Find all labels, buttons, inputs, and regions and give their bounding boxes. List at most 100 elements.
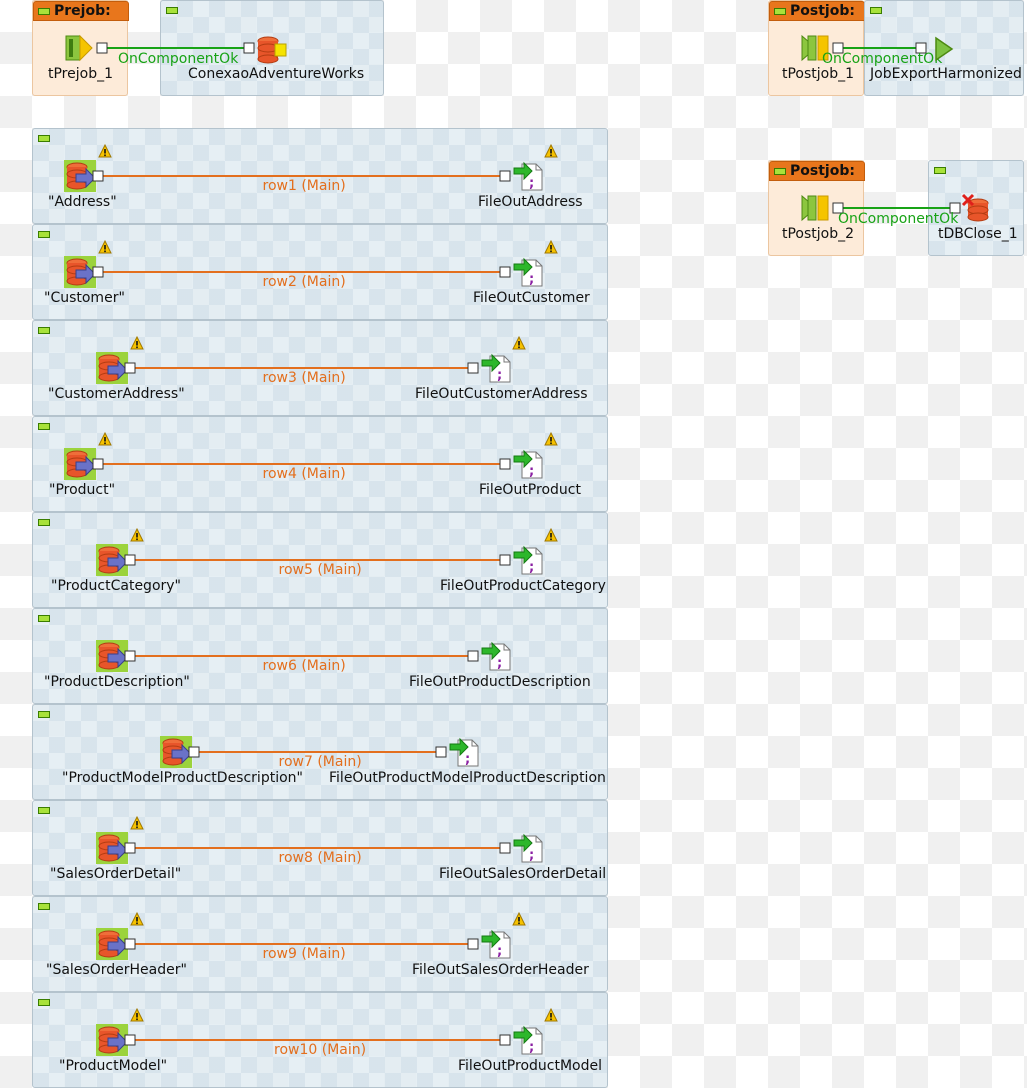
run-job-icon[interactable] bbox=[932, 36, 956, 62]
collapse-icon[interactable] bbox=[38, 8, 50, 15]
warning-icon bbox=[130, 815, 144, 834]
target-component-label[interactable]: FileOutSalesOrderDetail bbox=[439, 866, 606, 882]
collapse-icon[interactable] bbox=[38, 999, 50, 1006]
warning-icon bbox=[544, 527, 558, 546]
target-component-label[interactable]: FileOutCustomer bbox=[473, 290, 590, 306]
warning-icon bbox=[98, 431, 112, 450]
file-output-icon[interactable]: ; bbox=[512, 448, 544, 480]
warning-icon bbox=[544, 431, 558, 450]
svg-text:;: ; bbox=[497, 656, 502, 671]
warning-icon bbox=[130, 1007, 144, 1026]
source-component-label[interactable]: "Product" bbox=[49, 482, 115, 498]
source-component-label[interactable]: "Customer" bbox=[44, 290, 125, 306]
file-output-icon[interactable]: ; bbox=[480, 352, 512, 384]
svg-text:;: ; bbox=[529, 464, 534, 479]
svg-text:;: ; bbox=[529, 176, 534, 191]
postjob2-link-label[interactable]: OnComponentOk bbox=[838, 211, 958, 227]
source-component-label[interactable]: "SalesOrderDetail" bbox=[50, 866, 181, 882]
source-component-label[interactable]: "ProductModel" bbox=[59, 1058, 167, 1074]
postjob1-header[interactable]: Postjob: bbox=[769, 1, 865, 21]
collapse-icon[interactable] bbox=[38, 711, 50, 718]
row-link-label[interactable]: row6 (Main) bbox=[263, 658, 346, 674]
collapse-icon[interactable] bbox=[774, 168, 786, 175]
file-output-icon[interactable]: ; bbox=[480, 640, 512, 672]
source-component-label[interactable]: "ProductDescription" bbox=[44, 674, 190, 690]
file-output-icon[interactable]: ; bbox=[512, 544, 544, 576]
row-link-label[interactable]: row8 (Main) bbox=[279, 850, 362, 866]
database-close-icon[interactable] bbox=[960, 192, 992, 224]
source-component-label[interactable]: "CustomerAddress" bbox=[48, 386, 185, 402]
database-connection-icon[interactable] bbox=[256, 36, 288, 64]
source-component-label[interactable]: "Address" bbox=[48, 194, 117, 210]
postjob1-header-label: Postjob: bbox=[790, 3, 855, 19]
warning-icon bbox=[98, 143, 112, 162]
row-link-label[interactable]: row4 (Main) bbox=[263, 466, 346, 482]
target-component-label[interactable]: FileOutAddress bbox=[478, 194, 583, 210]
svg-text:;: ; bbox=[529, 1040, 534, 1055]
target-component-label[interactable]: FileOutProductModelProductDescription bbox=[329, 770, 606, 786]
svg-text:;: ; bbox=[497, 944, 502, 959]
collapse-icon[interactable] bbox=[870, 7, 882, 14]
trigger-icon[interactable] bbox=[64, 32, 96, 64]
collapse-icon[interactable] bbox=[38, 423, 50, 430]
row-link-label[interactable]: row5 (Main) bbox=[279, 562, 362, 578]
source-component-label[interactable]: "ProductModelProductDescription" bbox=[62, 770, 303, 786]
collapse-icon[interactable] bbox=[774, 8, 786, 15]
postjob1-component-label[interactable]: tPostjob_1 bbox=[782, 66, 854, 82]
file-output-icon[interactable]: ; bbox=[512, 160, 544, 192]
target-component-label[interactable]: FileOutProductDescription bbox=[409, 674, 591, 690]
target-component-label[interactable]: FileOutSalesOrderHeader bbox=[412, 962, 589, 978]
collapse-icon[interactable] bbox=[166, 7, 178, 14]
postjob2-target-label[interactable]: tDBClose_1 bbox=[938, 226, 1018, 242]
warning-icon bbox=[544, 1007, 558, 1026]
svg-text:;: ; bbox=[529, 560, 534, 575]
file-output-icon[interactable]: ; bbox=[512, 1024, 544, 1056]
warning-icon bbox=[512, 911, 526, 930]
collapse-icon[interactable] bbox=[38, 519, 50, 526]
target-component-label[interactable]: FileOutProduct bbox=[479, 482, 581, 498]
prejob-component-label[interactable]: tPrejob_1 bbox=[48, 66, 113, 82]
row-link-label[interactable]: row2 (Main) bbox=[263, 274, 346, 290]
file-output-icon[interactable]: ; bbox=[480, 928, 512, 960]
svg-text:;: ; bbox=[529, 272, 534, 287]
warning-icon bbox=[130, 527, 144, 546]
target-component-label[interactable]: FileOutProductModel bbox=[458, 1058, 602, 1074]
trigger-icon[interactable] bbox=[800, 192, 832, 224]
svg-text:;: ; bbox=[529, 848, 534, 863]
file-output-icon[interactable]: ; bbox=[448, 736, 480, 768]
warning-icon bbox=[512, 335, 526, 354]
target-component-label[interactable]: FileOutCustomerAddress bbox=[415, 386, 588, 402]
collapse-icon[interactable] bbox=[934, 167, 946, 174]
row-link-label[interactable]: row3 (Main) bbox=[263, 370, 346, 386]
postjob2-header-label: Postjob: bbox=[790, 163, 855, 179]
source-component-label[interactable]: "SalesOrderHeader" bbox=[46, 962, 187, 978]
svg-text:;: ; bbox=[497, 368, 502, 383]
postjob1-link-label[interactable]: OnComponentOk bbox=[822, 51, 942, 67]
warning-icon bbox=[130, 335, 144, 354]
target-component-label[interactable]: FileOutProductCategory bbox=[440, 578, 606, 594]
postjob1-target-label[interactable]: JobExportHarmonized bbox=[870, 66, 1022, 82]
file-output-icon[interactable]: ; bbox=[512, 832, 544, 864]
collapse-icon[interactable] bbox=[38, 135, 50, 142]
prejob-link-label[interactable]: OnComponentOk bbox=[118, 51, 238, 67]
row-link-label[interactable]: row1 (Main) bbox=[263, 178, 346, 194]
source-component-label[interactable]: "ProductCategory" bbox=[51, 578, 181, 594]
collapse-icon[interactable] bbox=[38, 903, 50, 910]
svg-text:;: ; bbox=[465, 752, 470, 767]
collapse-icon[interactable] bbox=[38, 807, 50, 814]
row-link-label[interactable]: row7 (Main) bbox=[279, 754, 362, 770]
warning-icon bbox=[544, 143, 558, 162]
postjob2-component-label[interactable]: tPostjob_2 bbox=[782, 226, 854, 242]
collapse-icon[interactable] bbox=[38, 615, 50, 622]
prejob-header-label: Prejob: bbox=[54, 3, 111, 19]
file-output-icon[interactable]: ; bbox=[512, 256, 544, 288]
prejob-target-label[interactable]: ConexaoAdventureWorks bbox=[188, 66, 364, 82]
postjob2-header[interactable]: Postjob: bbox=[769, 161, 865, 181]
collapse-icon[interactable] bbox=[38, 327, 50, 334]
row-link-label[interactable]: row10 (Main) bbox=[274, 1042, 366, 1058]
warning-icon bbox=[98, 239, 112, 258]
warning-icon bbox=[130, 911, 144, 930]
prejob-header[interactable]: Prejob: bbox=[33, 1, 129, 21]
collapse-icon[interactable] bbox=[38, 231, 50, 238]
row-link-label[interactable]: row9 (Main) bbox=[263, 946, 346, 962]
